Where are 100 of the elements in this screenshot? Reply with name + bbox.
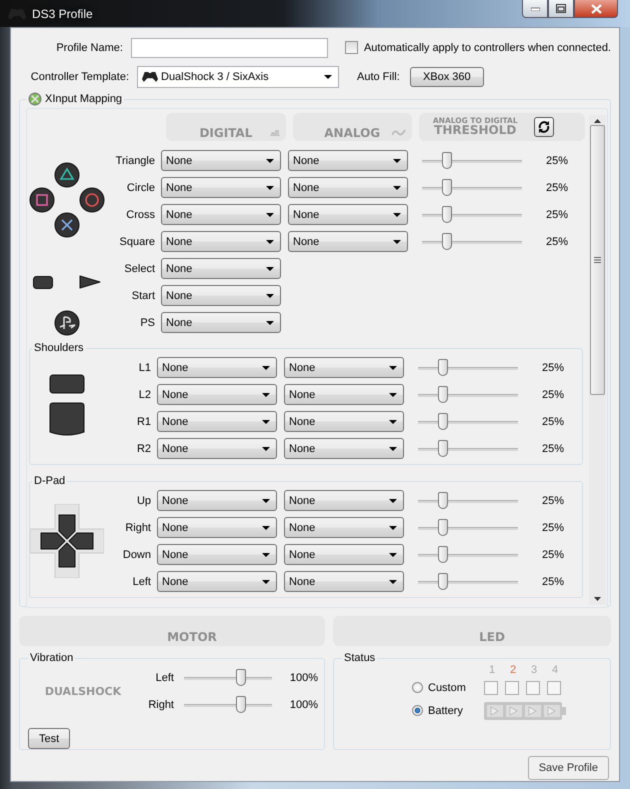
custom-radio-button[interactable] [412, 682, 423, 693]
save-profile-button[interactable]: Save Profile [528, 756, 609, 780]
analog-dropdown[interactable]: None [284, 544, 404, 565]
analog-wave-icon [392, 129, 406, 136]
button-label: Up [136, 494, 152, 506]
digital-dropdown[interactable]: None [157, 571, 277, 592]
caret-icon [262, 526, 270, 530]
slider-thumb[interactable] [438, 492, 448, 508]
digital-dropdown[interactable]: None [157, 517, 277, 538]
controller-template-dropdown[interactable]: DualShock 3 / SixAxis [137, 66, 339, 88]
threshold-reading: 25% [544, 208, 568, 220]
auto-apply-checkbox[interactable] [344, 41, 358, 54]
threshold-slider[interactable] [422, 178, 522, 198]
select-button-icon [33, 276, 53, 288]
digital-dropdown[interactable]: None [157, 357, 277, 378]
digital-dropdown[interactable]: None [161, 177, 281, 198]
caret-icon [266, 212, 274, 216]
caret-icon [393, 240, 401, 244]
digital-dropdown[interactable]: None [161, 231, 281, 252]
caret-icon [262, 420, 270, 424]
digital-dropdown[interactable]: None [157, 490, 277, 511]
xbox-360-button[interactable]: XBox 360 [410, 66, 484, 86]
analog-dropdown[interactable]: None [284, 517, 404, 538]
threshold-slider[interactable] [418, 438, 518, 458]
analog-dropdown[interactable]: None [284, 571, 404, 592]
maximize-button[interactable] [548, 0, 574, 18]
minimize-button[interactable] [522, 0, 548, 18]
analog-dropdown[interactable]: None [284, 438, 404, 459]
slider-thumb[interactable] [442, 206, 452, 222]
threshold-slider[interactable] [422, 150, 522, 170]
led-checkbox[interactable] [526, 680, 540, 694]
digital-dropdown[interactable]: None [161, 285, 281, 306]
threshold-slider[interactable] [418, 572, 518, 592]
led-checkbox[interactable] [547, 680, 561, 694]
threshold-reading: 25% [544, 154, 568, 166]
slider-thumb[interactable] [236, 668, 246, 686]
analog-dropdown[interactable]: None [284, 384, 404, 405]
slider-thumb[interactable] [442, 178, 452, 196]
analog-dropdown[interactable]: None [284, 357, 404, 378]
caret-icon [389, 420, 397, 424]
digital-dropdown[interactable]: None [157, 544, 277, 565]
slider-thumb[interactable] [442, 232, 452, 250]
led-checkbox[interactable] [505, 680, 519, 694]
test-button[interactable]: Test [28, 728, 70, 749]
group-title: D-Pad [33, 475, 66, 487]
slider-thumb[interactable] [438, 546, 448, 562]
caret-icon [266, 186, 274, 190]
close-button[interactable] [574, 0, 618, 18]
threshold-reading: 25% [540, 416, 564, 428]
analog-dropdown[interactable]: None [288, 150, 408, 171]
threshold-slider[interactable] [418, 544, 518, 564]
window-title: DS3 Profile [32, 6, 93, 20]
caret-icon [262, 552, 270, 556]
digital-dropdown[interactable]: None [161, 258, 281, 279]
motor-label: Left [154, 672, 174, 684]
refresh-button[interactable] [534, 116, 554, 136]
button-label: Right [124, 522, 152, 534]
battery-radio-button[interactable] [412, 705, 423, 716]
led-number: 3 [530, 664, 538, 676]
slider-thumb[interactable] [438, 518, 448, 536]
threshold-slider[interactable] [418, 384, 518, 404]
threshold-reading: 25% [540, 548, 564, 560]
threshold-slider[interactable] [422, 232, 522, 252]
vertical-scrollbar[interactable] [589, 115, 606, 605]
slider-thumb[interactable] [236, 696, 246, 712]
vibration-slider[interactable] [184, 694, 272, 714]
digital-dropdown[interactable]: None [161, 312, 281, 333]
slider-thumb[interactable] [438, 386, 448, 402]
slider-thumb[interactable] [442, 152, 452, 168]
analog-header-text: ANALOG [324, 126, 380, 140]
slider-thumb[interactable] [438, 440, 448, 456]
scrollbar-thumb[interactable] [590, 125, 605, 395]
digital-dropdown[interactable]: None [157, 411, 277, 432]
slider-thumb[interactable] [438, 358, 448, 376]
threshold-reading: 25% [544, 236, 568, 248]
analog-dropdown[interactable]: None [288, 177, 408, 198]
analog-dropdown[interactable]: None [288, 204, 408, 225]
threshold-slider[interactable] [418, 358, 518, 378]
led-checkbox[interactable] [484, 680, 498, 694]
profile-name-field[interactable] [130, 38, 328, 58]
caret-icon [266, 294, 274, 298]
analog-dropdown[interactable]: None [284, 411, 404, 432]
digital-dropdown[interactable]: None [157, 384, 277, 405]
battery-label: Battery [428, 704, 463, 716]
threshold-slider[interactable] [422, 204, 522, 224]
digital-dropdown[interactable]: None [157, 438, 277, 459]
threshold-slider[interactable] [418, 412, 518, 432]
threshold-slider[interactable] [418, 518, 518, 538]
maximize-icon [556, 4, 566, 13]
button-label: Triangle [114, 154, 156, 166]
analog-dropdown[interactable]: None [284, 490, 404, 511]
digital-header-text: DIGITAL [199, 126, 252, 140]
threshold-slider[interactable] [418, 490, 518, 510]
analog-dropdown[interactable]: None [288, 231, 408, 252]
digital-dropdown[interactable]: None [161, 150, 281, 171]
gamepad-icon [142, 71, 158, 82]
slider-thumb[interactable] [438, 412, 448, 430]
digital-dropdown[interactable]: None [161, 204, 281, 225]
vibration-slider[interactable] [184, 668, 272, 688]
slider-thumb[interactable] [438, 572, 448, 590]
